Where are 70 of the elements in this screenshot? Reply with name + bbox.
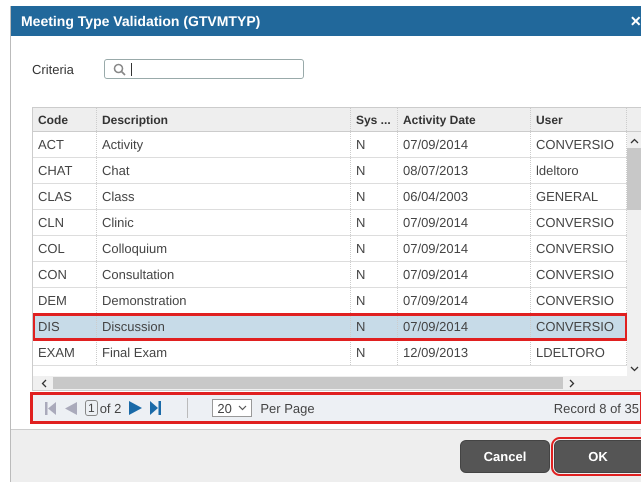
page-number-field[interactable]: 1 — [85, 400, 98, 416]
table-cell: N — [351, 184, 398, 209]
table-cell: 07/09/2014 — [398, 210, 531, 235]
table-cell: N — [351, 158, 398, 183]
table-cell: Colloquium — [97, 236, 351, 261]
table-cell: N — [351, 314, 398, 339]
record-count: Record 8 of 35 — [554, 400, 639, 416]
horizontal-scrollbar[interactable] — [33, 376, 641, 390]
page-count: of 2 — [100, 400, 122, 416]
scroll-right-icon — [569, 378, 575, 388]
table-cell: N — [351, 132, 398, 157]
table-row[interactable]: DIS Discussion N 07/09/2014 CONVERSIO — [33, 314, 627, 340]
column-header[interactable]: Sys ... — [351, 108, 398, 131]
last-page-icon[interactable] — [150, 401, 162, 415]
table-cell: ACT — [33, 132, 97, 157]
caret-icon — [238, 405, 248, 411]
column-header[interactable]: Description — [97, 108, 351, 131]
scroll-down-icon — [630, 366, 638, 372]
table-row[interactable]: CLAS Class N 06/04/2003 GENERAL — [33, 184, 627, 210]
table-row[interactable]: CHAT Chat N 08/07/2013 ldeltoro — [33, 158, 627, 184]
search-icon — [113, 62, 126, 76]
first-page-icon[interactable] — [45, 402, 56, 414]
table-cell: EXAM — [33, 340, 97, 365]
table-cell: 07/09/2014 — [398, 262, 531, 287]
table-row[interactable]: EXAM Final Exam N 12/09/2013 LDELTORO — [33, 340, 627, 366]
table-cell: Clinic — [97, 210, 351, 235]
table-cell: DIS — [33, 314, 97, 339]
table-cell: CLN — [33, 210, 97, 235]
table-cell: 07/09/2014 — [398, 314, 531, 339]
scroll-thumb[interactable] — [627, 148, 641, 210]
column-header[interactable]: Activity Date — [398, 108, 531, 131]
scroll-up-icon — [630, 138, 638, 144]
table-cell: N — [351, 236, 398, 261]
window-title: Meeting Type Validation (GTVMTYP) — [21, 13, 260, 29]
column-header[interactable]: Code — [33, 108, 97, 131]
table-cell: N — [351, 262, 398, 287]
table-cell: Class — [97, 184, 351, 209]
table-cell: N — [351, 340, 398, 365]
table-cell: CHAT — [33, 158, 97, 183]
table-cell: 07/09/2014 — [398, 236, 531, 261]
table-cell: 12/09/2013 — [398, 340, 531, 365]
text-cursor — [131, 62, 132, 76]
dialog-button[interactable]: Cancel — [460, 440, 550, 472]
table-row[interactable]: COL Colloquium N 07/09/2014 CONVERSIO — [33, 236, 627, 262]
table-cell: 07/09/2014 — [398, 132, 531, 157]
per-page-dropdown[interactable]: 20 — [212, 399, 252, 417]
table-cell: 06/04/2003 — [398, 184, 531, 209]
table-cell: Consultation — [97, 262, 351, 287]
per-page-label: Per Page — [260, 400, 315, 416]
table-cell: 08/07/2013 — [398, 158, 531, 183]
previous-page-icon[interactable] — [64, 402, 77, 414]
scroll-thumb[interactable] — [53, 377, 563, 389]
table-cell: Final Exam — [97, 340, 351, 365]
next-page-icon[interactable] — [129, 401, 142, 415]
table-cell: Discussion — [97, 314, 351, 339]
table-row[interactable]: CLN Clinic N 07/09/2014 CONVERSIO — [33, 210, 627, 236]
column-header[interactable]: User — [531, 108, 627, 131]
search-field[interactable] — [104, 59, 304, 79]
close-button[interactable]: × — [629, 12, 641, 30]
table-cell: Activity — [97, 132, 351, 157]
criteria-label: Criteria — [32, 62, 75, 76]
scroll-left-icon — [41, 378, 47, 388]
vertical-scrollbar[interactable] — [627, 132, 641, 376]
table-cell: CLAS — [33, 184, 97, 209]
table-row[interactable]: CON Consultation N 07/09/2014 CONVERSIO — [33, 262, 627, 288]
table-cell: N — [351, 210, 398, 235]
table-cell: COL — [33, 236, 97, 261]
table-cell: Chat — [97, 158, 351, 183]
table-cell: CON — [33, 262, 97, 287]
table-row[interactable]: ACT Activity N 07/09/2014 CONVERSIO — [33, 132, 627, 158]
